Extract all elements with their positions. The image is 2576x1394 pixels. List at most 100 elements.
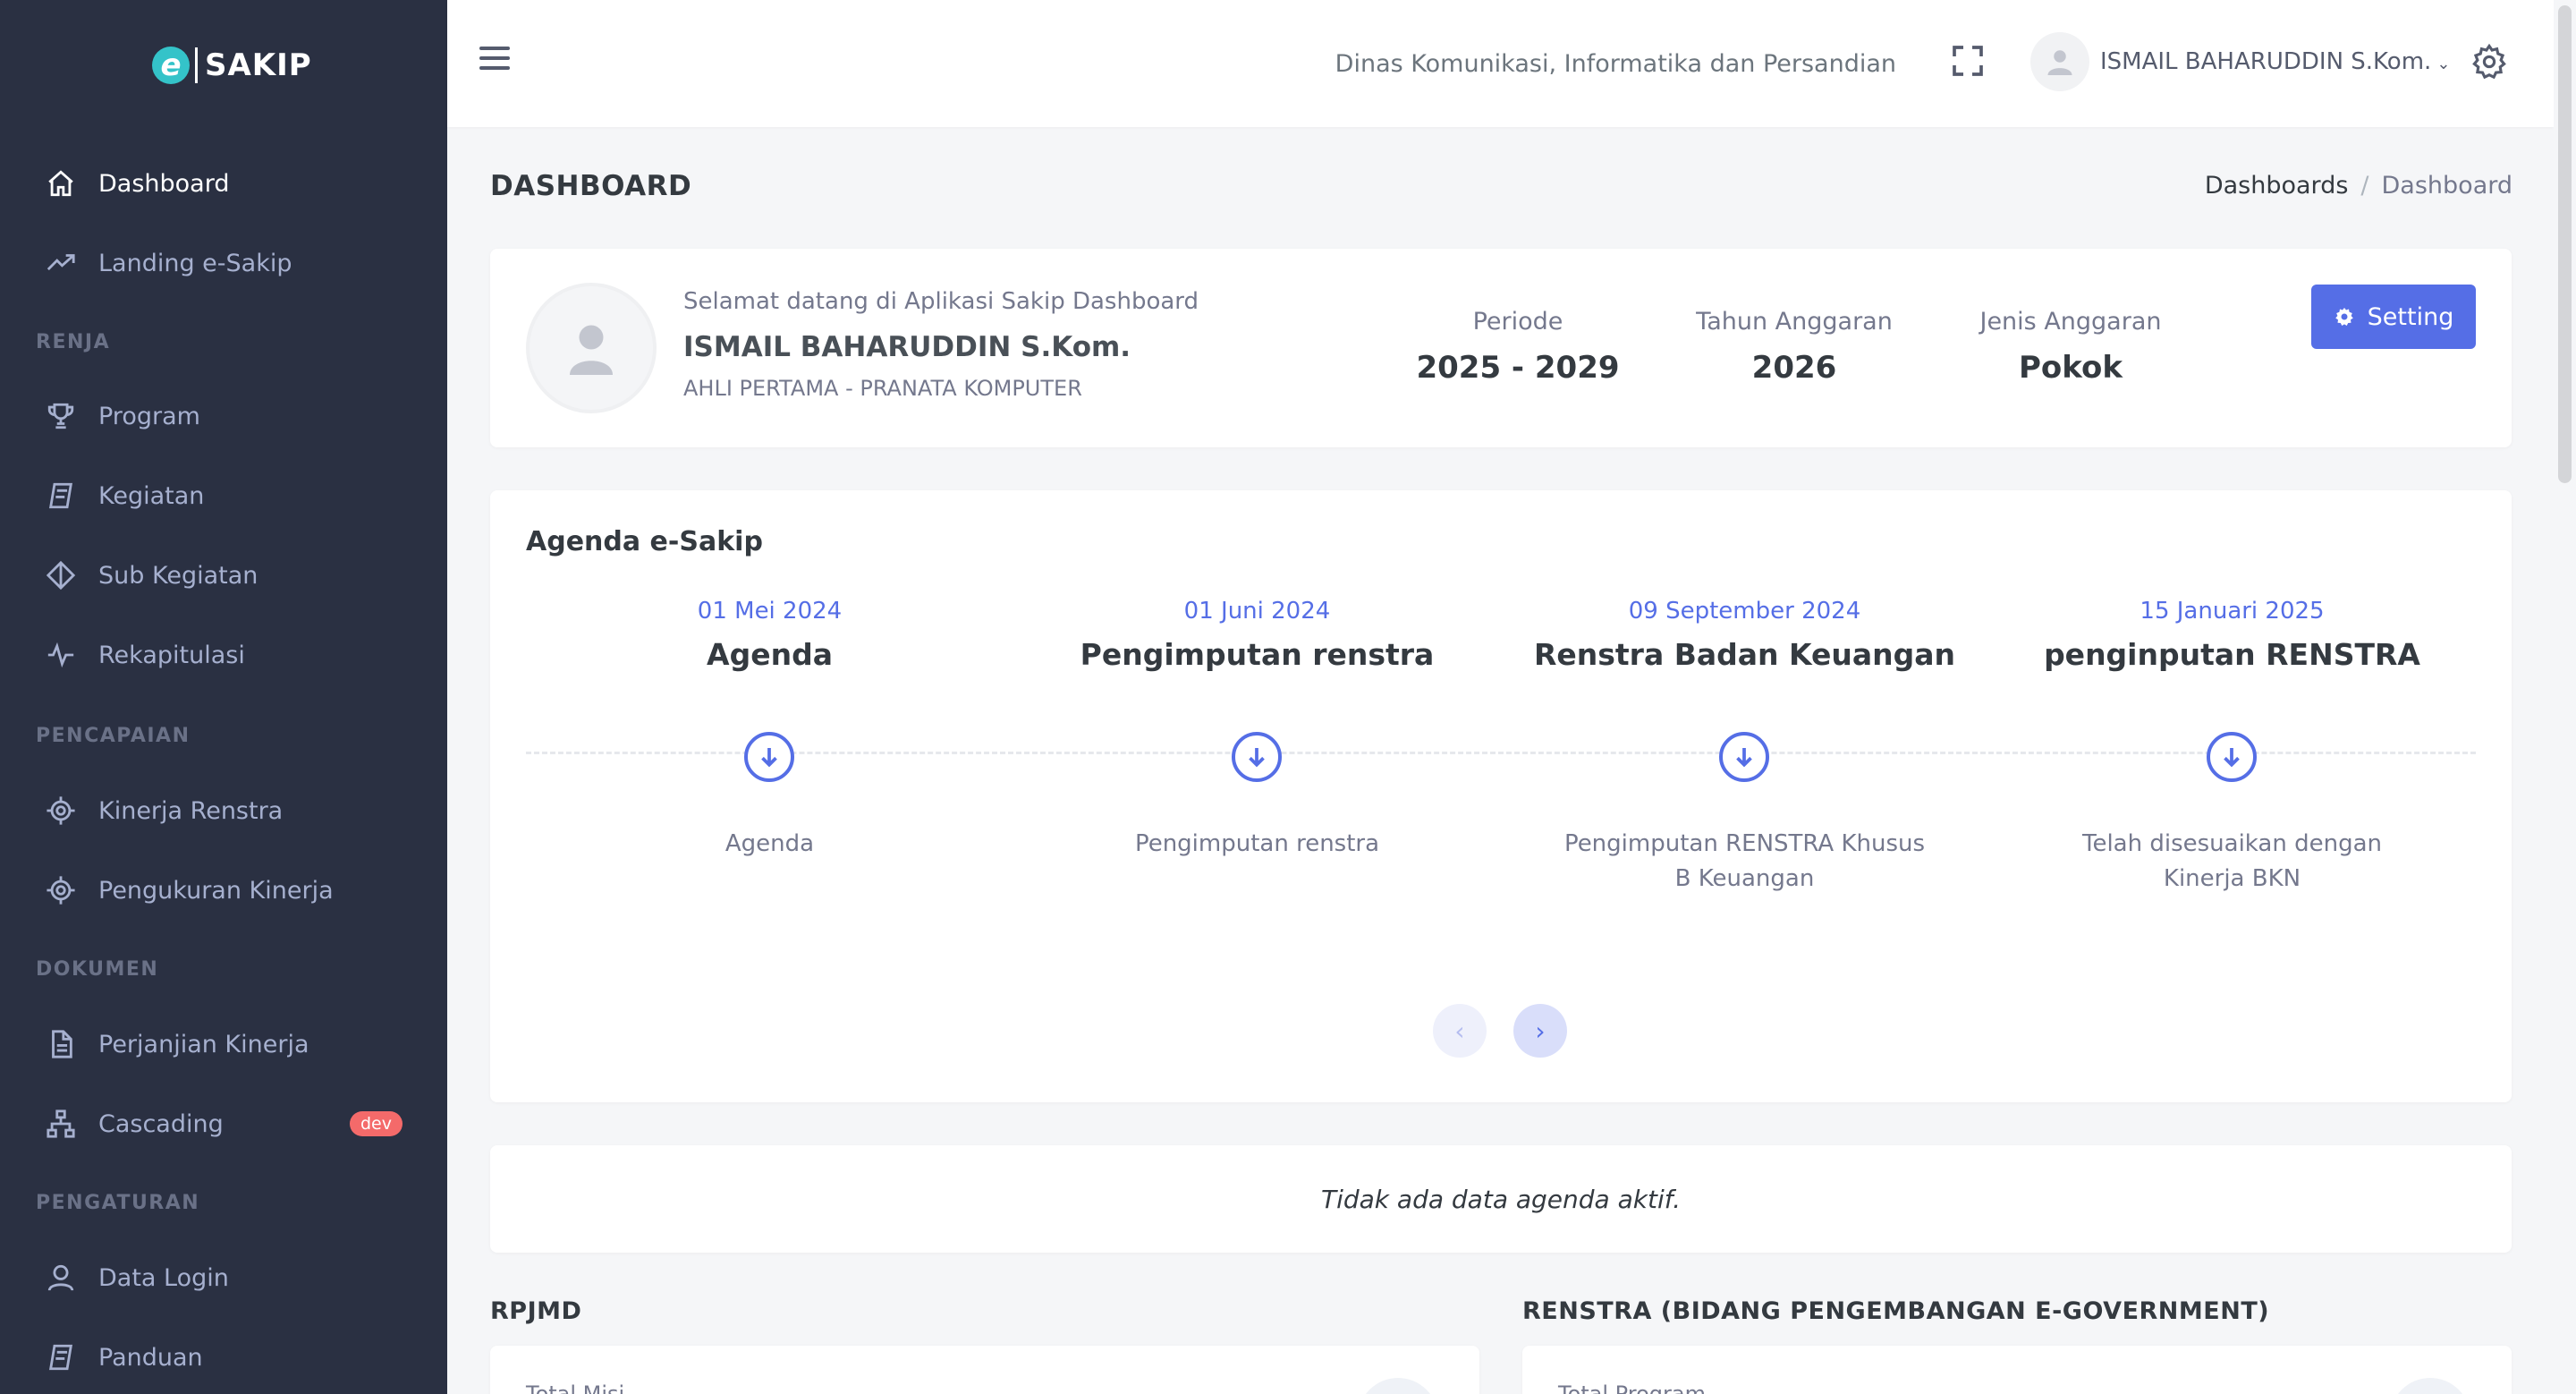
timeline-description: Pengimputan renstra bbox=[1134, 830, 1380, 857]
timeline-line bbox=[526, 752, 2476, 754]
sitemap-icon bbox=[45, 1108, 77, 1140]
arrow-down-circle-icon bbox=[2207, 732, 2257, 782]
timeline-description: Pengimputan RENSTRA Khusus B Keuangan bbox=[1563, 830, 1926, 892]
sidebar: e SAKIP Dashboard Landing e-Sakip RENJA … bbox=[0, 0, 447, 1394]
logo-separator bbox=[195, 47, 198, 83]
stat-label: Periode bbox=[1472, 308, 1563, 336]
nav-section-renja: RENJA bbox=[36, 331, 111, 353]
gear-icon[interactable] bbox=[2470, 43, 2508, 81]
profile-avatar bbox=[526, 283, 657, 413]
welcome-text: Selamat datang di Aplikasi Sakip Dashboa… bbox=[683, 288, 1199, 401]
box-icon bbox=[45, 480, 77, 512]
timeline-date: 01 Mei 2024 bbox=[697, 598, 843, 625]
logo-mark: e bbox=[152, 47, 190, 84]
sidebar-item-label: Kinerja Renstra bbox=[98, 796, 284, 825]
timeline-item: 15 Januari 2025 penginputan RENSTRA Tela… bbox=[1988, 598, 2476, 892]
sidebar-item-label: Kegiatan bbox=[98, 481, 205, 510]
carousel-next-button[interactable]: › bbox=[1513, 1004, 1567, 1058]
timeline-item: 09 September 2024 Renstra Badan Keuangan… bbox=[1501, 598, 1988, 892]
sidebar-item-label: Dashboard bbox=[98, 169, 230, 198]
target-icon bbox=[45, 795, 77, 827]
document-icon bbox=[45, 1028, 77, 1060]
sidebar-item-cascading[interactable]: Cascading dev bbox=[0, 1092, 447, 1155]
breadcrumb-link-dashboards[interactable]: Dashboards bbox=[2205, 172, 2349, 200]
menu-toggle-icon[interactable] bbox=[479, 47, 510, 77]
sidebar-item-label: Pengukuran Kinerja bbox=[98, 876, 334, 905]
logo-text: SAKIP bbox=[205, 47, 312, 83]
sidebar-item-label: Program bbox=[98, 402, 200, 430]
setting-button[interactable]: Setting bbox=[2311, 285, 2476, 349]
welcome-greeting: Selamat datang di Aplikasi Sakip Dashboa… bbox=[683, 288, 1199, 315]
timeline-date: 09 September 2024 bbox=[1628, 598, 1861, 625]
sidebar-item-data-login[interactable]: Data Login bbox=[0, 1246, 447, 1309]
sidebar-item-label: Data Login bbox=[98, 1263, 229, 1292]
carousel-prev-button[interactable]: ‹ bbox=[1433, 1004, 1487, 1058]
stat-value: 2025 - 2029 bbox=[1416, 350, 1620, 386]
timeline-item: 01 Juni 2024 Pengimputan renstra Pengimp… bbox=[1013, 598, 1501, 857]
rpjmd-section-title: RPJMD bbox=[490, 1297, 582, 1325]
app-logo[interactable]: e SAKIP bbox=[152, 43, 312, 88]
renstra-card: Total Program bbox=[1522, 1346, 2512, 1394]
sidebar-item-label: Rekapitulasi bbox=[98, 641, 245, 669]
sidebar-item-perjanjian-kinerja[interactable]: Perjanjian Kinerja bbox=[0, 1013, 447, 1075]
sidebar-item-panduan[interactable]: Panduan bbox=[0, 1326, 447, 1389]
breadcrumb: Dashboards / Dashboard bbox=[2205, 172, 2512, 200]
sidebar-item-sub-kegiatan[interactable]: Sub Kegiatan bbox=[0, 544, 447, 607]
breadcrumb-current: Dashboard bbox=[2381, 172, 2512, 200]
stat-periode: Periode 2025 - 2029 bbox=[1384, 308, 1652, 386]
empty-agenda-notice: Tidak ada data agenda aktif. bbox=[490, 1145, 2512, 1253]
user-dropdown[interactable]: ISMAIL BAHARUDDIN S.Kom. ⌄ bbox=[2030, 32, 2450, 91]
stat-value: Pokok bbox=[2019, 350, 2123, 386]
arrow-down-circle-icon bbox=[1232, 732, 1282, 782]
breadcrumb-separator: / bbox=[2360, 172, 2369, 200]
diamond-icon bbox=[45, 559, 77, 591]
fullscreen-icon[interactable] bbox=[1950, 43, 1986, 79]
scrollbar-thumb[interactable] bbox=[2558, 5, 2572, 483]
welcome-user-role: AHLI PERTAMA - PRANATA KOMPUTER bbox=[683, 376, 1082, 401]
nav-section-dokumen: DOKUMEN bbox=[36, 958, 159, 981]
sidebar-item-landing[interactable]: Landing e-Sakip bbox=[0, 232, 447, 294]
avatar bbox=[2030, 32, 2089, 91]
scrollbar[interactable] bbox=[2554, 0, 2576, 1394]
stat-value: 2026 bbox=[1751, 350, 1837, 386]
sidebar-item-kegiatan[interactable]: Kegiatan bbox=[0, 464, 447, 527]
sidebar-item-kinerja-renstra[interactable]: Kinerja Renstra bbox=[0, 779, 447, 842]
page-title: DASHBOARD bbox=[490, 170, 692, 202]
stat-jenis-anggaran: Jenis Anggaran Pokok bbox=[1936, 308, 2205, 386]
user-name-text: ISMAIL BAHARUDDIN S.Kom. bbox=[2100, 48, 2432, 75]
user-icon bbox=[45, 1262, 77, 1294]
user-name: ISMAIL BAHARUDDIN S.Kom. ⌄ bbox=[2100, 48, 2450, 75]
sidebar-item-label: Landing e-Sakip bbox=[98, 249, 292, 277]
timeline-item: 01 Mei 2024 Agenda Agenda bbox=[526, 598, 1013, 857]
nav-section-pengaturan: PENGATURAN bbox=[36, 1192, 200, 1214]
stat-tahun-anggaran: Tahun Anggaran 2026 bbox=[1660, 308, 1928, 386]
arrow-down-circle-icon bbox=[744, 732, 794, 782]
sidebar-item-dashboard[interactable]: Dashboard bbox=[0, 152, 447, 215]
sidebar-item-label: Cascading bbox=[98, 1109, 224, 1138]
sidebar-item-label: Perjanjian Kinerja bbox=[98, 1030, 309, 1058]
sidebar-item-program[interactable]: Program bbox=[0, 385, 447, 447]
timeline-title: Agenda bbox=[707, 637, 833, 672]
stat-icon-circle bbox=[2390, 1378, 2470, 1394]
sidebar-item-label: Sub Kegiatan bbox=[98, 561, 258, 590]
stat-label: Jenis Anggaran bbox=[1979, 308, 2162, 336]
setting-button-label: Setting bbox=[2367, 302, 2454, 331]
sidebar-item-rekapitulasi[interactable]: Rekapitulasi bbox=[0, 624, 447, 686]
rpjmd-card: Total Misi bbox=[490, 1346, 1479, 1394]
org-name: Dinas Komunikasi, Informatika dan Persan… bbox=[1335, 50, 1896, 78]
agenda-card: Agenda e-Sakip 01 Mei 2024 Agenda Agenda… bbox=[490, 490, 2512, 1102]
renstra-section-title: RENSTRA (BIDANG PENGEMBANGAN E-GOVERNMEN… bbox=[1522, 1297, 2270, 1325]
timeline-date: 01 Juni 2024 bbox=[1183, 598, 1331, 625]
timeline-title: Renstra Badan Keuangan bbox=[1533, 637, 1956, 672]
target-icon bbox=[45, 874, 77, 906]
pulse-icon bbox=[45, 639, 77, 671]
timeline-description: Agenda bbox=[724, 830, 815, 857]
timeline-title: Pengimputan renstra bbox=[1080, 637, 1435, 672]
timeline-title: penginputan RENSTRA bbox=[2044, 637, 2420, 672]
timeline-date: 15 Januari 2025 bbox=[2140, 598, 2325, 625]
total-program-label: Total Program bbox=[1558, 1381, 1706, 1394]
topbar: Dinas Komunikasi, Informatika dan Persan… bbox=[447, 0, 2554, 127]
chevron-down-icon: ⌄ bbox=[2436, 55, 2451, 73]
arrow-down-circle-icon bbox=[1719, 732, 1769, 782]
sidebar-item-pengukuran-kinerja[interactable]: Pengukuran Kinerja bbox=[0, 859, 447, 922]
